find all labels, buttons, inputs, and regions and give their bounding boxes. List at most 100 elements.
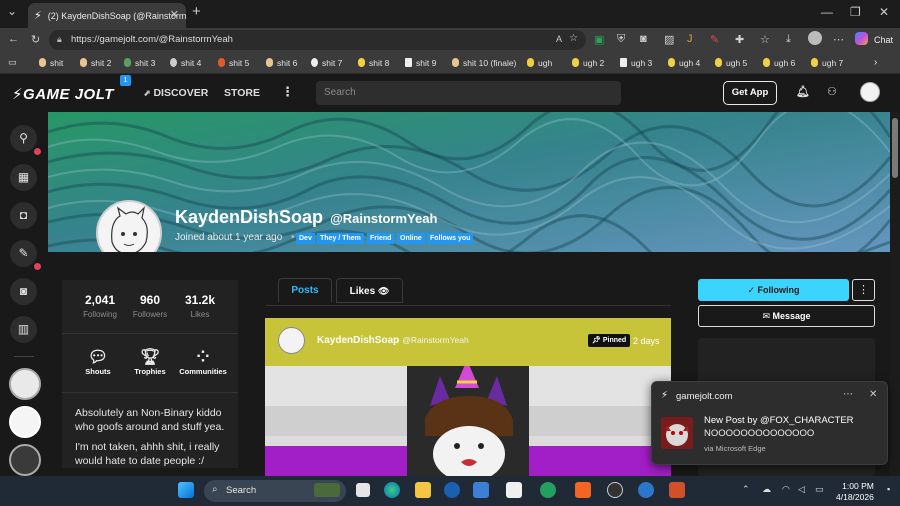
search-input[interactable]: Search	[316, 81, 621, 105]
pinned-post-card[interactable]: KaydenDishSoap @RainstormYeah 📌︎ Pinned 2…	[265, 318, 671, 476]
shield-icon[interactable]: ⛨	[617, 33, 625, 46]
bookmark-item[interactable]: shit 10 (finale)	[452, 58, 516, 68]
bookmark-item[interactable]: ugh 5	[715, 58, 747, 68]
chevron-right-icon[interactable]: ›	[874, 57, 877, 68]
close-window-icon[interactable]: ✕	[879, 5, 889, 19]
shouts-link[interactable]: 💬︎ Shouts	[70, 347, 126, 376]
bookmark-item[interactable]: ugh 7	[811, 58, 843, 68]
bookmark-item[interactable]: shit 6	[266, 58, 297, 68]
start-icon[interactable]	[178, 482, 194, 498]
file-explorer-icon[interactable]	[415, 482, 431, 498]
following-button[interactable]: ✓ Following	[698, 279, 849, 301]
chat-icon[interactable]: ◙	[10, 278, 37, 305]
bookmark-item[interactable]: shit 2	[80, 58, 111, 68]
puzzle-icon[interactable]: ✚	[735, 33, 744, 46]
url-field[interactable]: 🔒︎ https://gamejolt.com/@RainstormYeah A…	[49, 30, 586, 50]
bookmark-item[interactable]: shit 3	[124, 58, 155, 68]
system-clock[interactable]: 1:00 PM 4/18/2026	[836, 481, 874, 503]
activity-icon[interactable]: ⚲	[10, 125, 37, 152]
friends-icon[interactable]: ⚇	[827, 85, 837, 98]
backpack-icon[interactable]: ◘	[10, 202, 37, 229]
tray-chevron-icon[interactable]: ⌃	[742, 484, 750, 495]
bookmark-item[interactable]: ugh 3	[620, 58, 652, 68]
more-menu-icon[interactable]: ⋮	[281, 84, 294, 100]
favorites-icon[interactable]: ☆	[760, 33, 770, 46]
get-app-button[interactable]: Get App	[723, 81, 777, 105]
communities-link[interactable]: ⁘ Communities	[175, 347, 231, 376]
task-view-icon[interactable]	[356, 483, 370, 497]
stat-followers[interactable]: 960 Followers	[125, 293, 175, 319]
bookmark-item[interactable]: shit 9	[405, 58, 436, 68]
nav-discover[interactable]: ⬈ DISCOVER	[143, 87, 208, 99]
copilot-icon[interactable]	[855, 32, 868, 45]
tab-list-icon[interactable]: ⌄	[7, 4, 17, 18]
fl-studio-icon[interactable]	[575, 482, 591, 498]
close-tab-icon[interactable]: ✕	[170, 8, 179, 21]
browser-tab[interactable]: ⚡ (2) KaydenDishSoap (@RainstormYeah ✕	[28, 3, 186, 28]
hp-icon[interactable]	[444, 482, 460, 498]
scrollbar-thumb[interactable]	[892, 118, 898, 178]
toast-close-icon[interactable]: ✕	[869, 389, 877, 400]
bookmark-item[interactable]: ugh 6	[763, 58, 795, 68]
maximize-icon[interactable]: ❐	[850, 5, 861, 19]
obs-icon[interactable]	[607, 482, 623, 498]
message-button[interactable]: ✉︎ Message	[698, 305, 875, 327]
community-avatar[interactable]	[9, 368, 41, 400]
stat-following[interactable]: 2,041 Following	[75, 293, 125, 319]
bookmark-item[interactable]: shit 4	[170, 58, 201, 68]
roblox-icon[interactable]	[506, 482, 522, 498]
back-icon[interactable]: ←	[8, 33, 19, 45]
collections-icon[interactable]: ▭	[8, 57, 17, 68]
cube-icon[interactable]: ▨	[664, 33, 674, 46]
new-tab-icon[interactable]: +	[192, 3, 201, 20]
profile-more-button[interactable]: ⋮	[852, 279, 875, 301]
minimize-icon[interactable]: —	[821, 5, 833, 19]
menu-dots-icon[interactable]: ⋯	[833, 33, 844, 46]
quests-icon[interactable]: ✎	[10, 240, 37, 267]
headphones-app-icon[interactable]	[540, 482, 556, 498]
library-icon[interactable]: ▥	[10, 316, 37, 343]
notification-center-icon[interactable]: ▪	[887, 484, 890, 494]
gamejolt-logo[interactable]: ⚡GAME JOLT	[12, 85, 114, 103]
community-avatar[interactable]	[9, 406, 41, 438]
user-avatar[interactable]	[860, 82, 880, 102]
weather-icon[interactable]: ☁	[762, 484, 771, 495]
page-scrollbar[interactable]	[890, 112, 900, 476]
bell-icon[interactable]: 🔔︎	[796, 85, 810, 98]
tab-likes[interactable]: Likes 👁︎	[336, 278, 403, 303]
honey-icon[interactable]: J	[687, 33, 693, 45]
chat-label[interactable]: Chat	[874, 35, 893, 45]
toast-options-icon[interactable]: ⋯	[843, 389, 853, 400]
profile-avatar[interactable]	[808, 31, 822, 45]
read-aloud-icon[interactable]: A	[556, 34, 562, 44]
volume-icon[interactable]: ◁	[798, 484, 805, 495]
taskbar-search[interactable]: ⌕ Search	[204, 480, 346, 502]
refresh-icon[interactable]: ↻	[31, 33, 40, 46]
store-app-icon[interactable]	[473, 482, 489, 498]
nav-store[interactable]: STORE	[224, 87, 260, 99]
post-author-avatar[interactable]	[278, 327, 305, 354]
edge-notification-toast[interactable]: ⚡ gamejolt.com ⋯ ✕ New Post by @FOX_CHAR…	[651, 381, 888, 465]
edge-icon[interactable]	[384, 482, 400, 498]
downloads-icon[interactable]: ⤓	[786, 33, 791, 46]
app-icon[interactable]	[638, 482, 654, 498]
tab-posts[interactable]: Posts	[278, 278, 332, 303]
pen-icon[interactable]: ✎	[710, 33, 719, 46]
community-avatar[interactable]	[9, 444, 41, 476]
post-image[interactable]	[265, 359, 671, 476]
bookmark-item[interactable]: ugh	[527, 58, 552, 68]
extension-icon[interactable]: ▣	[594, 33, 604, 46]
bookmark-item[interactable]: shit	[39, 58, 63, 68]
camera-icon[interactable]: ◙	[640, 33, 647, 45]
bookmark-item[interactable]: shit 8	[358, 58, 389, 68]
bookmark-item[interactable]: ugh 4	[668, 58, 700, 68]
post-age[interactable]: 2 days	[633, 336, 660, 346]
bookmark-item[interactable]: ugh 2	[572, 58, 604, 68]
app-icon[interactable]	[669, 482, 685, 498]
bookmark-item[interactable]: shit 5	[218, 58, 249, 68]
store-icon[interactable]: ▦	[10, 164, 37, 191]
site-info-icon[interactable]: 🔒︎	[57, 34, 62, 45]
trophies-link[interactable]: 🏆︎ Trophies	[122, 347, 178, 376]
wifi-icon[interactable]: ◠	[782, 484, 790, 495]
battery-icon[interactable]: ▭	[815, 484, 824, 495]
